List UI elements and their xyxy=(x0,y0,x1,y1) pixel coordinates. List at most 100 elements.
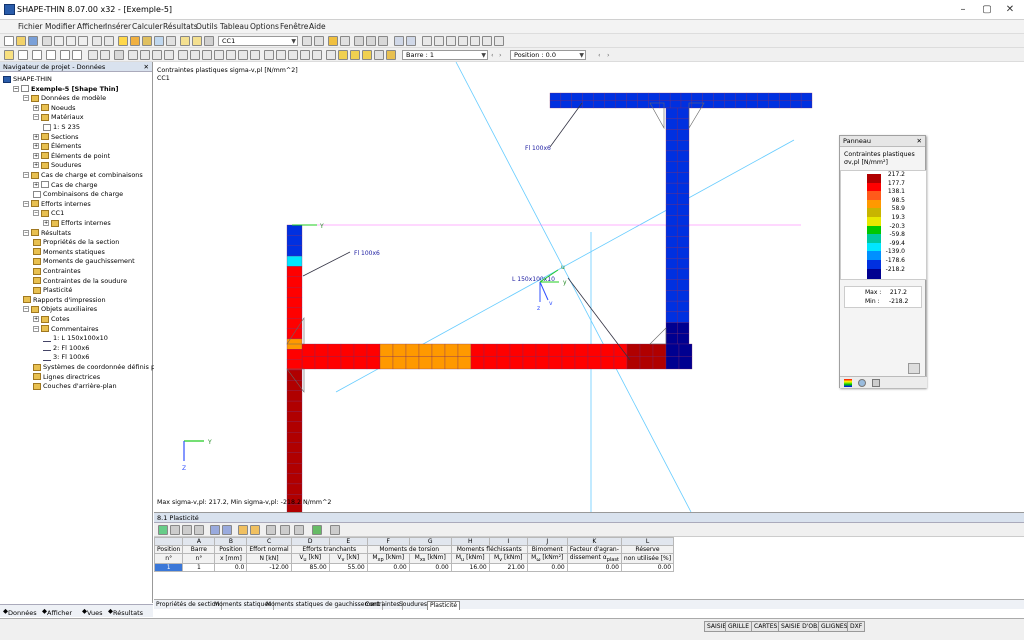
split-icon[interactable] xyxy=(276,50,286,60)
copy-icon[interactable] xyxy=(66,36,76,46)
row-number[interactable]: 1 xyxy=(153,563,184,573)
bar-select[interactable]: Barre : 1 ▼ xyxy=(402,50,488,60)
chart-icon[interactable] xyxy=(386,50,396,60)
cell-mv[interactable]: 21.00 xyxy=(488,563,528,573)
cell-factor[interactable]: 0.00 xyxy=(566,563,622,573)
expand-icon[interactable]: + xyxy=(33,143,39,150)
select-icon[interactable] xyxy=(422,36,432,46)
align-icon[interactable] xyxy=(326,50,336,60)
panel-icon[interactable] xyxy=(180,36,190,46)
results-icon[interactable] xyxy=(130,36,140,46)
close-button[interactable]: ✕ xyxy=(996,0,1024,20)
tree-node[interactable]: − Commentaires xyxy=(33,325,99,335)
tree-node[interactable]: Propriétés de la section xyxy=(33,238,119,248)
cell-bar[interactable]: 1 xyxy=(182,563,216,573)
collapse-icon[interactable]: − xyxy=(33,210,39,217)
cell-vu[interactable]: 85.00 xyxy=(290,563,330,573)
expand-icon[interactable]: + xyxy=(43,220,49,226)
tree-node[interactable]: Rapports d'impression xyxy=(23,296,106,306)
tree-node[interactable]: − Efforts internes xyxy=(23,200,91,210)
loadcase-select[interactable]: CC1 ▼ xyxy=(218,36,298,46)
move-icon[interactable] xyxy=(434,36,444,46)
collapse-icon[interactable]: − xyxy=(23,172,29,178)
menu-resultats[interactable]: Résultats xyxy=(163,22,198,31)
values-icon[interactable] xyxy=(340,36,350,46)
label-flat-top[interactable]: Fl 100x6 xyxy=(525,145,551,152)
next-case-icon[interactable] xyxy=(314,36,324,46)
tab-plasticity[interactable]: Plasticité xyxy=(427,601,461,610)
expand-icon[interactable]: + xyxy=(33,181,39,188)
zoom-icon[interactable] xyxy=(166,36,176,46)
collapse-icon[interactable]: − xyxy=(23,306,29,313)
tree-node[interactable]: − Cas de charge et combinaisons xyxy=(23,171,143,181)
tree-node[interactable]: Combinaisons de charge xyxy=(33,190,123,200)
collapse-icon[interactable]: − xyxy=(23,200,29,207)
calc-icon[interactable] xyxy=(118,36,128,46)
save-icon[interactable] xyxy=(28,36,38,46)
tree-node[interactable]: Systèmes de coordonnée définis par l xyxy=(33,363,166,373)
tab-vues[interactable]: ◆ Vues xyxy=(82,607,103,617)
print-icon[interactable] xyxy=(42,36,52,46)
tree-node[interactable]: Moments statiques xyxy=(33,248,105,258)
connect-icon[interactable] xyxy=(226,50,236,60)
tree-node[interactable]: 3: Fl 100x6 xyxy=(43,353,89,363)
copy-object-icon[interactable] xyxy=(202,50,212,60)
tab-afficher[interactable]: ◆ Afficher xyxy=(42,607,72,617)
dimension-icon[interactable] xyxy=(88,50,98,60)
comment-icon[interactable] xyxy=(100,50,110,60)
export-icon[interactable] xyxy=(312,525,322,535)
show-results-icon[interactable] xyxy=(328,36,338,46)
tree-node[interactable]: + Cas de charge xyxy=(33,181,98,191)
columns-icon[interactable] xyxy=(266,525,276,535)
tree-node[interactable]: 2: Fl 100x6 xyxy=(43,344,89,354)
bar-prev-icon[interactable]: ‹ xyxy=(491,51,494,59)
view-icon[interactable] xyxy=(142,36,152,46)
tab-resultats[interactable]: ◆ Résultats xyxy=(108,607,143,617)
status-saisie-ob[interactable]: SAISIE D'OB. xyxy=(778,621,823,632)
paste-icon[interactable] xyxy=(78,36,88,46)
wireframe-icon[interactable] xyxy=(406,36,416,46)
cell-x[interactable]: 0.0 xyxy=(214,563,248,573)
open-icon[interactable] xyxy=(16,36,26,46)
view-z-icon[interactable] xyxy=(152,50,162,60)
new-icon[interactable] xyxy=(4,36,14,46)
cell-mxs[interactable]: 0.00 xyxy=(408,563,452,573)
tree-node[interactable]: 1: L 150x100x10 xyxy=(43,334,108,344)
menu-fichier[interactable]: Fichier xyxy=(18,22,43,31)
expand-icon[interactable]: + xyxy=(33,104,39,111)
prev-case-icon[interactable] xyxy=(302,36,312,46)
tree-node[interactable]: 1: S 235 xyxy=(43,123,80,133)
tree-node[interactable]: − Résultats xyxy=(23,229,71,239)
grid-snap-icon[interactable] xyxy=(350,50,360,60)
filter-icon[interactable] xyxy=(872,379,880,387)
tree-node[interactable]: − CC1 xyxy=(33,209,64,219)
zoom-icon[interactable] xyxy=(908,363,920,374)
array-icon[interactable] xyxy=(300,50,310,60)
grid-icon[interactable] xyxy=(354,36,364,46)
scale-icon[interactable] xyxy=(312,50,322,60)
filter-table-icon[interactable] xyxy=(194,525,204,535)
view-y-icon[interactable] xyxy=(140,50,150,60)
navigator-icon[interactable] xyxy=(192,36,202,46)
menu-calculer[interactable]: Calculer xyxy=(132,22,163,31)
menu-modifier[interactable]: Modifier xyxy=(45,22,75,31)
tree-node[interactable]: + Éléments de point xyxy=(33,152,110,162)
results-table[interactable]: A B C D E F G H I J K L Position Barre P… xyxy=(153,537,675,573)
tree-node[interactable]: Lignes directrices xyxy=(33,373,100,383)
tree-node[interactable]: + Sections xyxy=(33,133,79,143)
menu-outils[interactable]: Outils xyxy=(196,22,218,31)
print-table-icon[interactable] xyxy=(182,525,192,535)
tree-node[interactable]: − Objets auxiliaires xyxy=(23,305,97,315)
offset-icon[interactable] xyxy=(288,50,298,60)
color-scale-icon[interactable] xyxy=(844,379,852,387)
tree-node[interactable]: Moments de gauchissement xyxy=(33,257,135,267)
rotate-icon[interactable] xyxy=(178,50,188,60)
node-icon[interactable] xyxy=(4,50,14,60)
menu-aide[interactable]: Aide xyxy=(309,22,326,31)
status-cartes[interactable]: CARTES xyxy=(751,621,781,632)
collapse-icon[interactable]: − xyxy=(23,229,29,236)
tree-node[interactable]: − Matériaux xyxy=(33,113,84,123)
refresh-icon[interactable] xyxy=(294,525,304,535)
sort-icon[interactable] xyxy=(238,525,248,535)
tree-node[interactable]: Couches d'arrière-plan xyxy=(33,382,117,392)
